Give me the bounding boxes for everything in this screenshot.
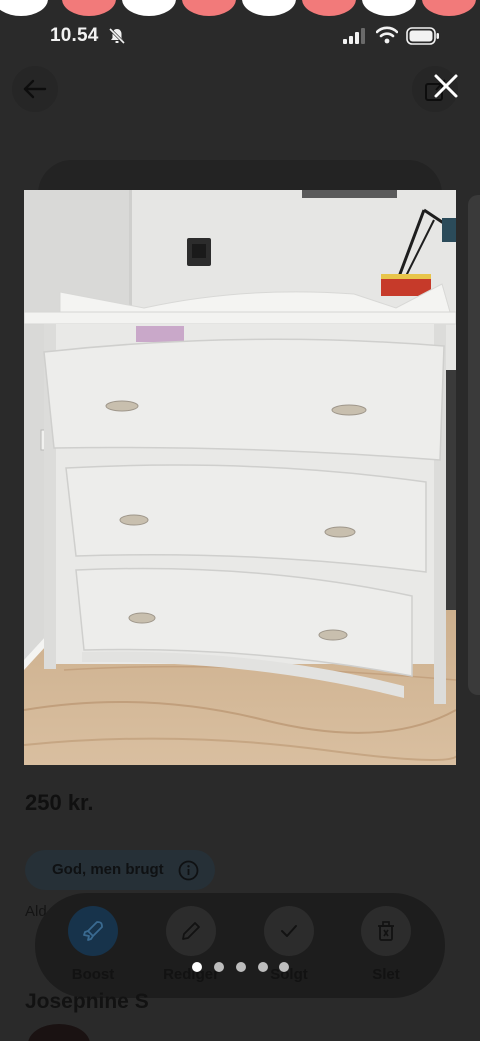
rocket-icon bbox=[83, 921, 103, 941]
dresser-photo bbox=[24, 190, 456, 765]
arrow-left-icon bbox=[23, 79, 47, 99]
close-icon[interactable] bbox=[426, 66, 466, 106]
edit-button[interactable] bbox=[166, 906, 216, 956]
boost-button[interactable] bbox=[68, 906, 118, 956]
avatar[interactable] bbox=[28, 1024, 90, 1041]
bubble-shape bbox=[422, 0, 476, 16]
bubble-shape bbox=[242, 0, 296, 16]
bell-muted-icon bbox=[108, 27, 126, 45]
page-dot[interactable] bbox=[214, 962, 224, 972]
bubble-shape bbox=[0, 0, 48, 16]
listing-price: 250 kr. bbox=[25, 790, 94, 815]
wifi-icon bbox=[376, 26, 398, 44]
check-icon bbox=[281, 925, 297, 937]
status-bar: 10.54 bbox=[0, 22, 480, 50]
condition-label: God, men brugt bbox=[52, 861, 164, 878]
page-dot[interactable] bbox=[236, 962, 246, 972]
battery-icon bbox=[406, 27, 439, 45]
delete-label: Slet bbox=[372, 966, 400, 983]
bubble-shape bbox=[62, 0, 116, 16]
boost-label: Boost bbox=[71, 966, 115, 983]
cellular-signal-icon bbox=[343, 28, 365, 44]
delete-button[interactable] bbox=[361, 906, 411, 956]
page-dot[interactable] bbox=[279, 962, 289, 972]
back-button[interactable] bbox=[12, 66, 58, 112]
gallery-page-indicator bbox=[190, 962, 290, 974]
bubble-shape bbox=[302, 0, 356, 16]
pencil-icon bbox=[182, 922, 200, 940]
bubble-shape bbox=[362, 0, 416, 16]
sold-button[interactable] bbox=[264, 906, 314, 956]
top-decoration bbox=[0, 0, 480, 16]
product-photo[interactable] bbox=[24, 190, 456, 765]
seller-name[interactable]: Josepnine S bbox=[25, 990, 149, 1014]
bubble-shape bbox=[122, 0, 176, 16]
next-image-peek[interactable] bbox=[468, 195, 480, 695]
page-dot[interactable] bbox=[258, 962, 268, 972]
bubble-shape bbox=[182, 0, 236, 16]
page-dot-active[interactable] bbox=[192, 962, 202, 972]
trash-icon bbox=[378, 921, 394, 941]
status-time: 10.54 bbox=[50, 25, 99, 46]
info-icon[interactable] bbox=[178, 860, 199, 881]
